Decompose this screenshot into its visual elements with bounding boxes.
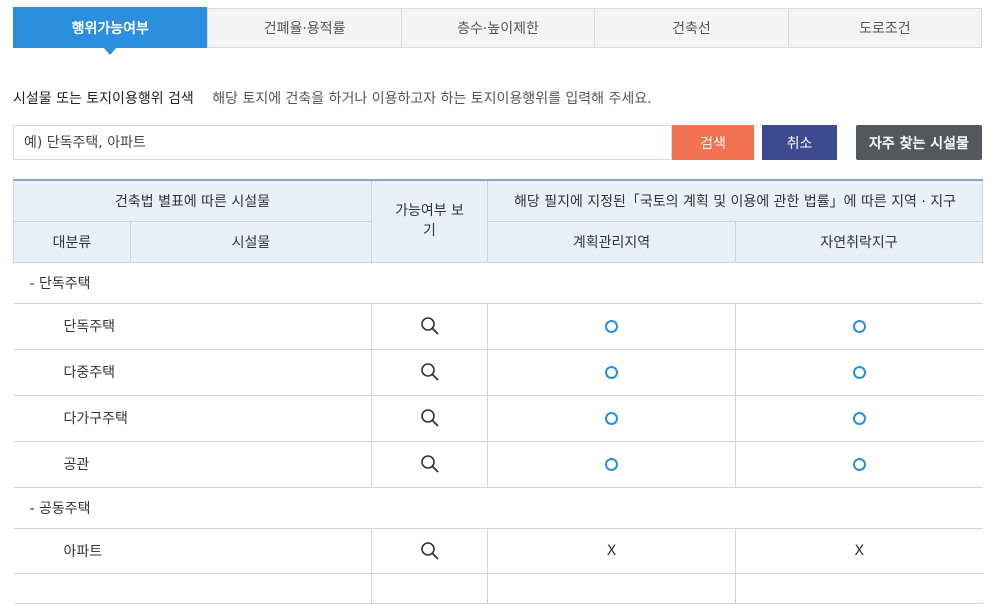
circle-o-icon	[852, 365, 866, 379]
cancel-button[interactable]: 취소	[762, 125, 837, 160]
tab-permission[interactable]: 행위가능여부	[13, 7, 208, 55]
circle-o-icon	[852, 319, 866, 333]
frequent-facilities-button[interactable]: 자주 찾는 시설물	[856, 125, 982, 160]
magnifier-icon[interactable]	[420, 316, 440, 336]
view-cell	[371, 528, 488, 574]
facility-name-cut	[13, 573, 372, 604]
zone-2-cell	[734, 395, 983, 442]
tab-road-condition[interactable]: 도로조건	[788, 8, 983, 48]
tab-building-line[interactable]: 건축선	[595, 8, 789, 48]
zone-1-cell: X	[487, 528, 736, 574]
table-row: 다가구주택	[13, 395, 983, 442]
circle-o-icon	[852, 411, 866, 425]
zone-2-cell-cut	[734, 573, 983, 604]
x-mark: X	[606, 542, 617, 559]
zone-1-cell	[487, 395, 736, 442]
zone-1-cell-cut	[487, 573, 736, 604]
magnifier-icon[interactable]	[420, 362, 440, 382]
zone-2-cell	[734, 441, 983, 488]
facility-name: 다가구주택	[13, 395, 372, 442]
facility-name: 아파트	[13, 528, 372, 574]
zone-2-cell	[734, 303, 983, 350]
zone-1-cell	[487, 349, 736, 396]
circle-o-icon	[605, 411, 618, 425]
table-row: 단독주택	[13, 303, 983, 350]
table-row: 아파트 X X	[13, 528, 983, 574]
zone-2-cell: X	[734, 528, 983, 574]
header-facility: 시설물	[130, 220, 372, 263]
facility-name: 단독주택	[13, 303, 372, 350]
header-zone-1: 계획관리지역	[487, 220, 736, 263]
search-button[interactable]: 검색	[672, 125, 754, 160]
circle-o-icon	[605, 457, 618, 471]
search-label: 시설물 또는 토지이용행위 검색	[13, 91, 194, 107]
view-cell	[371, 349, 488, 396]
magnifier-icon[interactable]	[420, 408, 440, 428]
tab-coverage-ratio[interactable]: 건폐율·용적률	[207, 8, 402, 48]
view-cell-cut	[371, 573, 488, 604]
facility-name: 공관	[13, 441, 372, 488]
zone-1-cell	[487, 303, 736, 350]
circle-o-icon	[852, 457, 866, 471]
zone-1-cell	[487, 441, 736, 488]
header-zones-title: 해당 필지에 지정된「국토의 계획 및 이용에 관한 법률」에 따른 지역 · …	[486, 179, 984, 222]
circle-o-icon	[605, 365, 618, 379]
group-title: - 단독주택	[13, 262, 983, 304]
search-description: 해당 토지에 건축을 하거나 이용하고자 하는 토지이용행위를 입력해 주세요.	[212, 91, 652, 107]
search-instruction: 시설물 또는 토지이용행위 검색 해당 토지에 건축을 하거나 이용하고자 하는…	[13, 88, 652, 108]
magnifier-icon[interactable]	[420, 454, 440, 474]
table-row	[13, 573, 983, 604]
table-row: 다중주택	[13, 349, 983, 396]
table-row: 공관	[13, 441, 983, 488]
tab-height-limit[interactable]: 층수·높이제한	[401, 8, 596, 48]
header-zone-2: 자연취락지구	[734, 220, 984, 263]
view-cell	[371, 303, 488, 350]
search-input[interactable]	[13, 125, 672, 160]
group-title: - 공동주택	[13, 487, 983, 529]
tab-bar: 행위가능여부 건폐율·용적률 층수·높이제한 건축선 도로조건	[13, 7, 983, 55]
header-facility-group: 건축법 별표에 따른 시설물	[13, 179, 372, 222]
header-possible-label: 가능여부 보기	[395, 203, 464, 240]
magnifier-icon[interactable]	[420, 541, 440, 561]
header-category: 대분류	[13, 220, 131, 263]
zone-2-cell	[734, 349, 983, 396]
circle-o-icon	[605, 319, 618, 333]
view-cell	[371, 441, 488, 488]
facility-table: 건축법 별표에 따른 시설물 가능여부 보기 해당 필지에 지정된「국토의 계획…	[13, 179, 984, 604]
header-possible: 가능여부 보기	[371, 179, 488, 263]
x-mark: X	[854, 542, 865, 559]
view-cell	[371, 395, 488, 442]
facility-name: 다중주택	[13, 349, 372, 396]
